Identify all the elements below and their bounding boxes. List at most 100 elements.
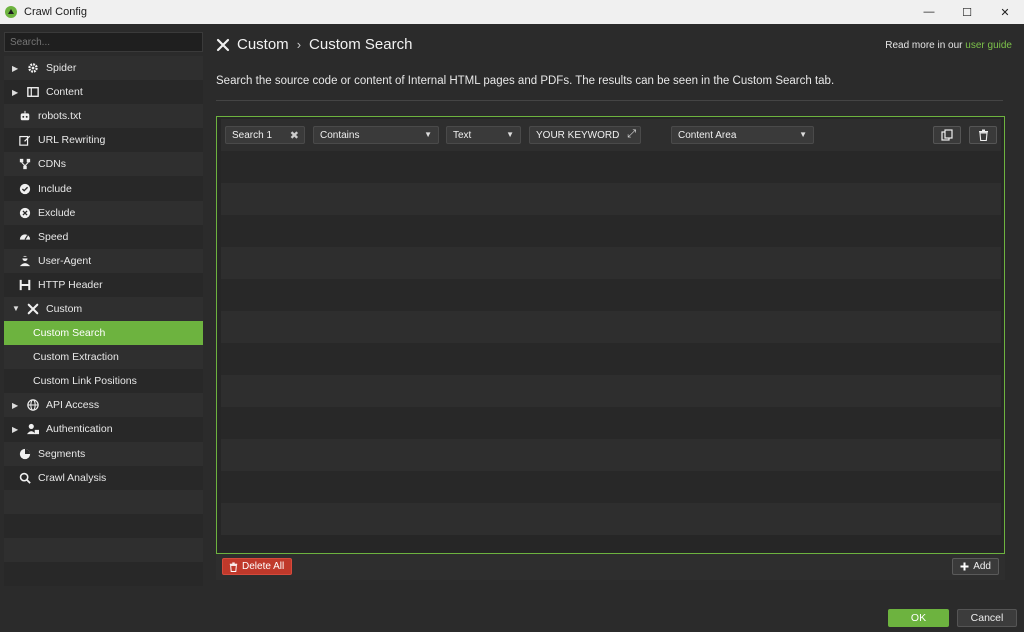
sidebar-item[interactable]: URL Rewriting	[4, 128, 203, 153]
empty-row	[221, 279, 1001, 311]
sidebar-item-label: Authentication	[46, 423, 113, 436]
add-button[interactable]: Add	[952, 558, 999, 575]
scope-select[interactable]: Content Area ▼	[671, 126, 814, 144]
sidebar-item[interactable]: ▶ Spider	[4, 56, 203, 81]
maximize-button[interactable]: ☐	[948, 0, 986, 24]
search-row: Search 1 ✖ Contains ▼ Text ▼ YOUR KEYWOR…	[221, 119, 1001, 151]
empty-row	[221, 183, 1001, 215]
minimize-icon: —	[923, 6, 935, 18]
empty-row	[221, 375, 1001, 407]
pie-chart-icon	[18, 447, 32, 461]
match-type-value: Contains	[320, 129, 360, 141]
delete-all-label: Delete All	[242, 561, 285, 572]
content-icon	[26, 85, 40, 99]
sidebar-item[interactable]: Speed	[4, 224, 203, 249]
sidebar: ▶ Spider ▶ Content robots.txt URL Rewriting CD…	[4, 30, 203, 592]
sidebar-empty-row	[4, 561, 203, 586]
sidebar-item[interactable]: HTTP Header	[4, 272, 203, 297]
caret-right-icon[interactable]: ▶	[12, 64, 22, 73]
cancel-button[interactable]: Cancel	[957, 609, 1017, 627]
robot-icon	[18, 109, 32, 123]
caret-right-icon[interactable]: ▶	[12, 88, 22, 97]
header-icon	[18, 278, 32, 292]
copy-icon	[941, 129, 953, 141]
sidebar-item-label: robots.txt	[38, 110, 82, 123]
read-more-prefix: Read more in our	[885, 40, 966, 51]
sidebar-item[interactable]: CDNs	[4, 152, 203, 177]
clear-name-icon[interactable]: ✖	[290, 129, 299, 142]
delete-all-button[interactable]: Delete All	[222, 558, 293, 575]
chevron-down-icon: ▼	[799, 130, 807, 139]
sidebar-item[interactable]: ▶ Authentication	[4, 417, 203, 442]
sidebar-item-label: Custom	[46, 302, 83, 315]
sidebar-item[interactable]: ▶ Content	[4, 80, 203, 105]
sidebar-item[interactable]: ▼ Custom	[4, 296, 203, 322]
sidebar-item[interactable]: Segments	[4, 441, 203, 466]
sidebar-item[interactable]: Custom Extraction	[4, 345, 203, 370]
sidebar-item-label: Content	[46, 86, 83, 99]
expand-icon[interactable]: ⤢	[627, 128, 636, 141]
mode-value: Text	[453, 129, 472, 141]
sidebar-item-label: Crawl Analysis	[38, 471, 107, 484]
sidebar-item[interactable]: ▶ API Access	[4, 393, 203, 418]
close-button[interactable]: ✕	[986, 0, 1024, 24]
user-agent-icon	[18, 254, 32, 268]
sidebar-empty-row	[4, 489, 203, 514]
divider	[216, 100, 1003, 101]
breadcrumb-root[interactable]: Custom	[237, 36, 289, 53]
tools-icon	[216, 38, 230, 51]
empty-row	[221, 343, 1001, 375]
main-panel: Custom › Custom Search Read more in our …	[216, 30, 1012, 590]
sidebar-item[interactable]: robots.txt	[4, 104, 203, 129]
sidebar-item[interactable]: User-Agent	[4, 248, 203, 273]
search-name-field[interactable]: Search 1 ✖	[225, 126, 305, 144]
x-circle-icon	[18, 206, 32, 220]
sidebar-item-label: HTTP Header	[38, 278, 103, 291]
gear-icon	[26, 61, 40, 75]
search-icon	[18, 471, 32, 485]
sidebar-item[interactable]: Custom Search	[4, 321, 203, 346]
add-label: Add	[973, 561, 991, 572]
caret-right-icon[interactable]: ▶	[12, 425, 22, 434]
plus-icon	[960, 562, 969, 571]
sidebar-item-label: Custom Extraction	[33, 351, 119, 364]
caret-down-icon[interactable]: ▼	[12, 304, 22, 313]
sidebar-item[interactable]: Exclude	[4, 200, 203, 225]
sidebar-search-input[interactable]	[4, 32, 203, 52]
sidebar-item[interactable]: Crawl Analysis	[4, 465, 203, 490]
sidebar-item[interactable]: Include	[4, 176, 203, 201]
sidebar-item-label: Spider	[46, 62, 77, 75]
window-title: Crawl Config	[24, 6, 87, 18]
close-icon: ✕	[1000, 6, 1010, 19]
sidebar-item-label: API Access	[46, 399, 100, 412]
globe-icon	[26, 398, 40, 412]
sidebar-item-label: User-Agent	[38, 254, 92, 267]
custom-search-panel: Search 1 ✖ Contains ▼ Text ▼ YOUR KEYWOR…	[216, 116, 1005, 554]
scope-value: Content Area	[678, 129, 737, 141]
sidebar-item-label: Exclude	[38, 206, 76, 219]
search-name-value: Search 1	[232, 129, 273, 141]
trash-icon	[978, 129, 988, 141]
user-guide-link[interactable]: user guide	[965, 40, 1012, 51]
match-type-select[interactable]: Contains ▼	[313, 126, 439, 144]
empty-row	[221, 471, 1001, 503]
app-logo-icon	[5, 6, 17, 18]
empty-row	[221, 503, 1001, 535]
sidebar-item[interactable]: Custom Link Positions	[4, 369, 203, 394]
delete-row-button[interactable]	[969, 126, 997, 144]
panel-footer: Delete All Add	[216, 554, 1005, 580]
empty-row	[221, 439, 1001, 471]
duplicate-button[interactable]	[933, 126, 961, 144]
chevron-down-icon: ▼	[424, 130, 432, 139]
edit-icon	[18, 133, 32, 147]
caret-right-icon[interactable]: ▶	[12, 401, 22, 410]
breadcrumb-current: Custom Search	[309, 36, 413, 53]
maximize-icon: ☐	[962, 6, 972, 19]
keyword-field[interactable]: YOUR KEYWORD ⤢	[529, 126, 641, 144]
sidebar-item-label: Speed	[38, 230, 69, 243]
sidebar-item-label: Custom Search	[33, 327, 106, 340]
minimize-button[interactable]: —	[910, 0, 948, 24]
mode-select[interactable]: Text ▼	[446, 126, 521, 144]
sidebar-item-label: URL Rewriting	[38, 134, 106, 147]
ok-button[interactable]: OK	[888, 609, 949, 627]
